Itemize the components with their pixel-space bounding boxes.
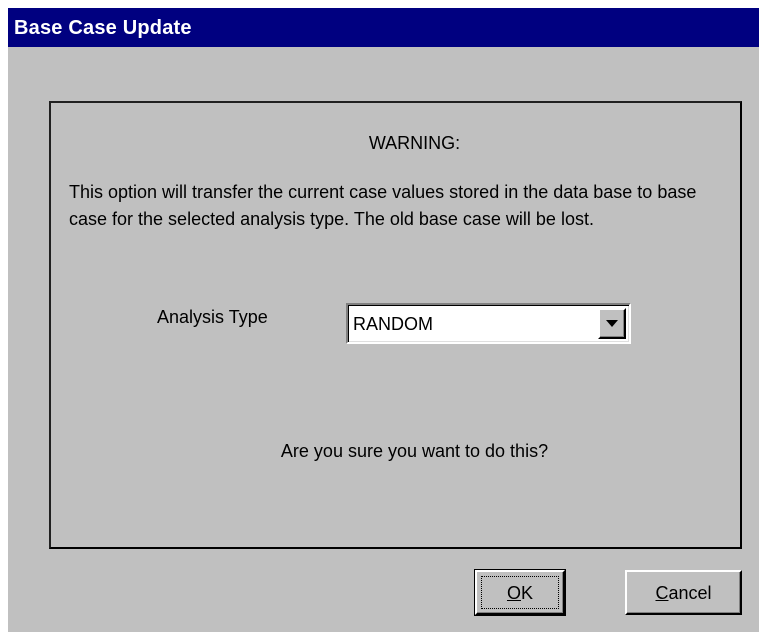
analysis-type-label: Analysis Type <box>157 307 268 327</box>
confirm-question: Are you sure you want to do this? <box>280 441 549 461</box>
ok-button-label: OK <box>477 583 563 604</box>
ok-label-rest: K <box>521 583 534 603</box>
warning-heading: WARNING: <box>368 133 461 153</box>
warning-groupbox: WARNING: This option will transfer the c… <box>49 101 742 549</box>
base-case-update-dialog: Base Case Update WARNING: This option wi… <box>8 8 759 632</box>
chevron-down-icon <box>606 320 618 327</box>
cancel-button-label: Cancel <box>627 583 740 604</box>
title-bar[interactable]: Base Case Update <box>8 8 759 47</box>
analysis-type-value: RANDOM <box>353 314 433 334</box>
warning-message: This option will transfer the current ca… <box>69 182 697 229</box>
ok-mnemonic: O <box>506 583 521 603</box>
cancel-mnemonic: C <box>655 583 669 603</box>
window-title: Base Case Update <box>14 17 192 39</box>
analysis-type-select[interactable]: RANDOM <box>346 303 631 344</box>
cancel-button[interactable]: Cancel <box>625 570 742 615</box>
dropdown-button[interactable] <box>598 308 626 339</box>
ok-button[interactable]: OK <box>474 569 566 616</box>
cancel-label-rest: ancel <box>668 583 712 603</box>
